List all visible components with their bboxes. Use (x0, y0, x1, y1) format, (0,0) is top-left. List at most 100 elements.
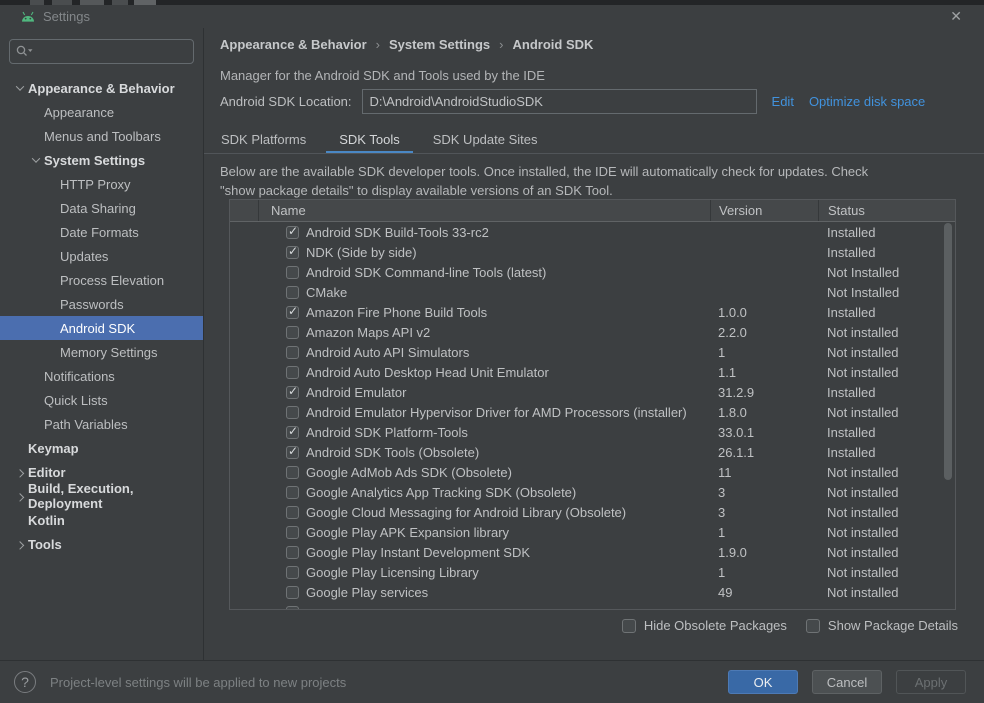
package-checkbox[interactable] (286, 426, 299, 439)
table-row[interactable]: Amazon Maps API v22.2.0Not installed (230, 322, 955, 342)
sidebar-item-android-sdk[interactable]: Android SDK (0, 316, 203, 340)
sdk-location-label: Android SDK Location: (220, 94, 352, 109)
sidebar-item-quick-lists[interactable]: Quick Lists (0, 388, 203, 412)
search-input[interactable] (9, 39, 194, 64)
table-row[interactable]: Android SDK Command-line Tools (latest)N… (230, 262, 955, 282)
package-checkbox[interactable] (286, 346, 299, 359)
tab-sdk-update-sites[interactable]: SDK Update Sites (420, 124, 551, 154)
tab-sdk-platforms[interactable]: SDK Platforms (208, 124, 319, 154)
table-row[interactable]: Google AdMob Ads SDK (Obsolete)11Not ins… (230, 462, 955, 482)
package-checkbox[interactable] (286, 606, 299, 611)
sidebar-item-process-elevation[interactable]: Process Elevation (0, 268, 203, 292)
sidebar-item-updates[interactable]: Updates (0, 244, 203, 268)
hide-obsolete-packages-checkbox[interactable] (622, 619, 636, 633)
sidebar-item-passwords[interactable]: Passwords (0, 292, 203, 316)
sidebar-item-tools[interactable]: Tools (0, 532, 203, 556)
table-row[interactable]: NDK (Side by side)Installed (230, 242, 955, 262)
package-name-cell: Google Play services (258, 585, 710, 600)
package-name: Android Auto API Simulators (306, 345, 469, 360)
table-row[interactable]: Google Play services49Not installed (230, 582, 955, 602)
table-row[interactable]: Amazon Fire Phone Build Tools1.0.0Instal… (230, 302, 955, 322)
package-version: 3 (710, 485, 818, 500)
sidebar-item-http-proxy[interactable]: HTTP Proxy (0, 172, 203, 196)
package-status: Installed (818, 385, 955, 400)
sidebar-item-label: Android SDK (60, 321, 135, 336)
breadcrumb-item-appearance-behavior[interactable]: Appearance & Behavior (220, 37, 367, 52)
package-checkbox[interactable] (286, 446, 299, 459)
table-row[interactable]: Android Auto Desktop Head Unit Emulator1… (230, 362, 955, 382)
package-checkbox[interactable] (286, 506, 299, 519)
tab-sdk-tools[interactable]: SDK Tools (326, 124, 412, 154)
table-row[interactable]: Google Play APK Expansion library1Not in… (230, 522, 955, 542)
sidebar-item-appearance[interactable]: Appearance (0, 100, 203, 124)
table-footer-options: Hide Obsolete Packages Show Package Detai… (622, 618, 958, 633)
sidebar-item-kotlin[interactable]: Kotlin (0, 508, 203, 532)
table-row[interactable]: CMakeNot Installed (230, 282, 955, 302)
sidebar-item-keymap[interactable]: Keymap (0, 436, 203, 460)
table-row[interactable]: Google Play Instant Development SDK1.9.0… (230, 542, 955, 562)
sidebar-item-appearance-behavior[interactable]: Appearance & Behavior (0, 76, 203, 100)
sidebar-item-memory-settings[interactable]: Memory Settings (0, 340, 203, 364)
table-row[interactable]: Google Analytics App Tracking SDK (Obsol… (230, 482, 955, 502)
package-checkbox[interactable] (286, 266, 299, 279)
package-checkbox[interactable] (286, 526, 299, 539)
package-checkbox[interactable] (286, 546, 299, 559)
table-row[interactable]: Android Emulator31.2.9Installed (230, 382, 955, 402)
package-checkbox[interactable] (286, 406, 299, 419)
package-checkbox[interactable] (286, 386, 299, 399)
table-row[interactable] (230, 602, 955, 610)
package-status: Installed (818, 445, 955, 460)
package-name: Android SDK Tools (Obsolete) (306, 445, 479, 460)
package-checkbox[interactable] (286, 326, 299, 339)
sidebar-item-system-settings[interactable]: System Settings (0, 148, 203, 172)
breadcrumb-item-android-sdk[interactable]: Android SDK (513, 37, 594, 52)
dialog-body: Appearance & BehaviorAppearanceMenus and… (0, 28, 984, 660)
table-row[interactable]: Android SDK Platform-Tools33.0.1Installe… (230, 422, 955, 442)
sidebar-item-build-execution-deployment[interactable]: Build, Execution, Deployment (0, 484, 203, 508)
sidebar-item-date-formats[interactable]: Date Formats (0, 220, 203, 244)
table-row[interactable]: Google Cloud Messaging for Android Libra… (230, 502, 955, 522)
package-name: Android Auto Desktop Head Unit Emulator (306, 365, 549, 380)
sdk-location-field[interactable] (362, 89, 757, 114)
package-name-cell: Google Play Licensing Library (258, 565, 710, 580)
breadcrumb-item-system-settings[interactable]: System Settings (389, 37, 490, 52)
tools-description: Below are the available SDK developer to… (220, 162, 868, 200)
package-version: 2.2.0 (710, 325, 818, 340)
package-version: 26.1.1 (710, 445, 818, 460)
table-body: Android SDK Build-Tools 33-rc2InstalledN… (230, 222, 955, 610)
sidebar-item-data-sharing[interactable]: Data Sharing (0, 196, 203, 220)
optimize-disk-space-link[interactable]: Optimize disk space (809, 94, 925, 109)
sidebar-item-path-variables[interactable]: Path Variables (0, 412, 203, 436)
package-checkbox[interactable] (286, 306, 299, 319)
package-checkbox[interactable] (286, 486, 299, 499)
apply-button[interactable]: Apply (896, 670, 966, 694)
package-checkbox[interactable] (286, 566, 299, 579)
table-row[interactable]: Android Emulator Hypervisor Driver for A… (230, 402, 955, 422)
ok-button[interactable]: OK (728, 670, 798, 694)
show-package-details-checkbox[interactable] (806, 619, 820, 633)
option-hide-obsolete-packages[interactable]: Hide Obsolete Packages (622, 618, 787, 633)
package-checkbox[interactable] (286, 286, 299, 299)
table-row[interactable]: Android Auto API Simulators1Not installe… (230, 342, 955, 362)
package-checkbox[interactable] (286, 586, 299, 599)
help-icon[interactable]: ? (14, 671, 36, 693)
sidebar-item-menus-and-toolbars[interactable]: Menus and Toolbars (0, 124, 203, 148)
package-checkbox[interactable] (286, 226, 299, 239)
package-name-cell: Android SDK Tools (Obsolete) (258, 445, 710, 460)
edit-link[interactable]: Edit (772, 94, 794, 109)
package-checkbox[interactable] (286, 466, 299, 479)
sidebar-item-label: Date Formats (60, 225, 139, 240)
cancel-button[interactable]: Cancel (812, 670, 882, 694)
table-row[interactable]: Google Play Licensing Library1Not instal… (230, 562, 955, 582)
package-name: Google Play Licensing Library (306, 565, 479, 580)
vertical-scrollbar[interactable] (944, 223, 952, 480)
table-row[interactable]: Android SDK Build-Tools 33-rc2Installed (230, 222, 955, 242)
option-label: Hide Obsolete Packages (644, 618, 787, 633)
sidebar-item-label: Path Variables (44, 417, 128, 432)
package-checkbox[interactable] (286, 366, 299, 379)
option-show-package-details[interactable]: Show Package Details (806, 618, 958, 633)
sidebar-item-notifications[interactable]: Notifications (0, 364, 203, 388)
table-row[interactable]: Android SDK Tools (Obsolete) 26.1.1Instal… (230, 442, 955, 462)
package-checkbox[interactable] (286, 246, 299, 259)
close-icon[interactable]: ✕ (950, 8, 962, 25)
